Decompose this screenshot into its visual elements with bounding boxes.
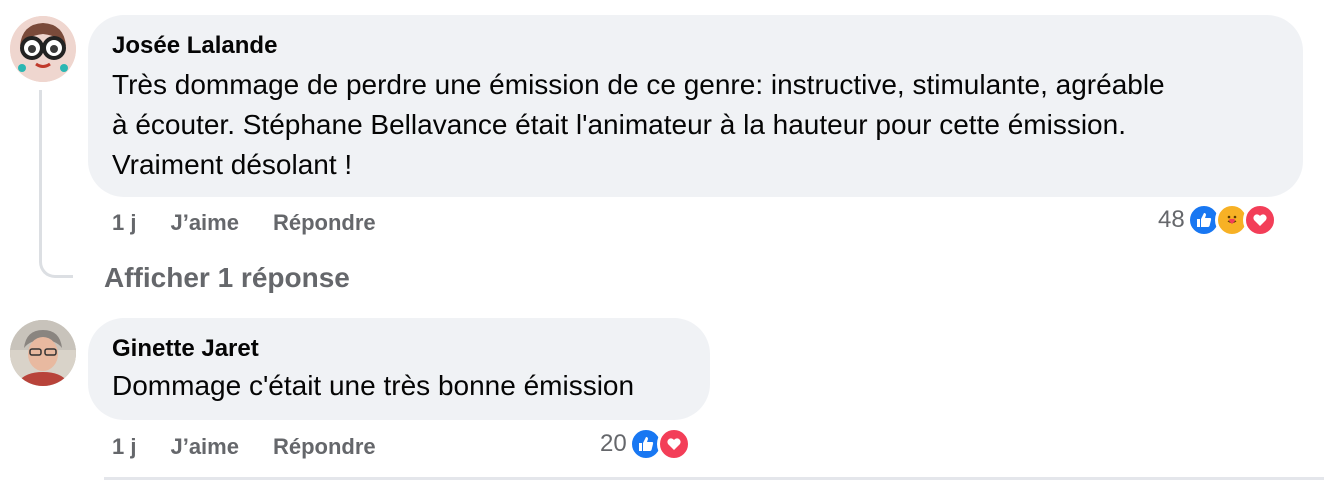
comment-author[interactable]: Ginette Jaret bbox=[112, 334, 686, 364]
reply-thread-connector bbox=[39, 90, 73, 278]
comment-actions: 1 j J’aime Répondre bbox=[112, 210, 376, 236]
reaction-count: 20 bbox=[600, 430, 627, 457]
comment-actions: 1 j J’aime Répondre bbox=[112, 434, 376, 460]
love-icon bbox=[656, 427, 691, 461]
comment-text-line: Vraiment désolant ! bbox=[112, 149, 353, 180]
profile-photo-icon bbox=[10, 320, 76, 386]
comment-text-line: Dommage c'était une très bonne émission bbox=[112, 370, 635, 401]
reaction-count: 48 bbox=[1158, 206, 1185, 233]
avatar-ginette-jaret[interactable] bbox=[10, 320, 76, 386]
like-button[interactable]: J’aime bbox=[170, 210, 239, 236]
like-button[interactable]: J’aime bbox=[170, 434, 239, 460]
comment-bubble: Ginette Jaret Dommage c'était une très b… bbox=[88, 318, 710, 420]
avatar-josee-lalande[interactable] bbox=[10, 16, 76, 82]
comment-timestamp[interactable]: 1 j bbox=[112, 434, 136, 460]
love-icon bbox=[1242, 203, 1277, 237]
comment-text-line: Très dommage de perdre une émission de c… bbox=[112, 69, 1165, 100]
comment-timestamp[interactable]: 1 j bbox=[112, 210, 136, 236]
comment-bubble: Josée Lalande Très dommage de perdre une… bbox=[88, 15, 1303, 197]
reply-button[interactable]: Répondre bbox=[273, 210, 376, 236]
show-replies-link[interactable]: Afficher 1 réponse bbox=[104, 262, 350, 294]
cartoon-avatar-icon bbox=[10, 16, 76, 82]
comment-author[interactable]: Josée Lalande bbox=[112, 31, 1279, 61]
reply-button[interactable]: Répondre bbox=[273, 434, 376, 460]
comment-text-line: à écouter. Stéphane Bellavance était l'a… bbox=[112, 109, 1126, 140]
reaction-summary[interactable]: 48 bbox=[1158, 203, 1277, 237]
reaction-summary[interactable]: 20 bbox=[600, 427, 691, 461]
